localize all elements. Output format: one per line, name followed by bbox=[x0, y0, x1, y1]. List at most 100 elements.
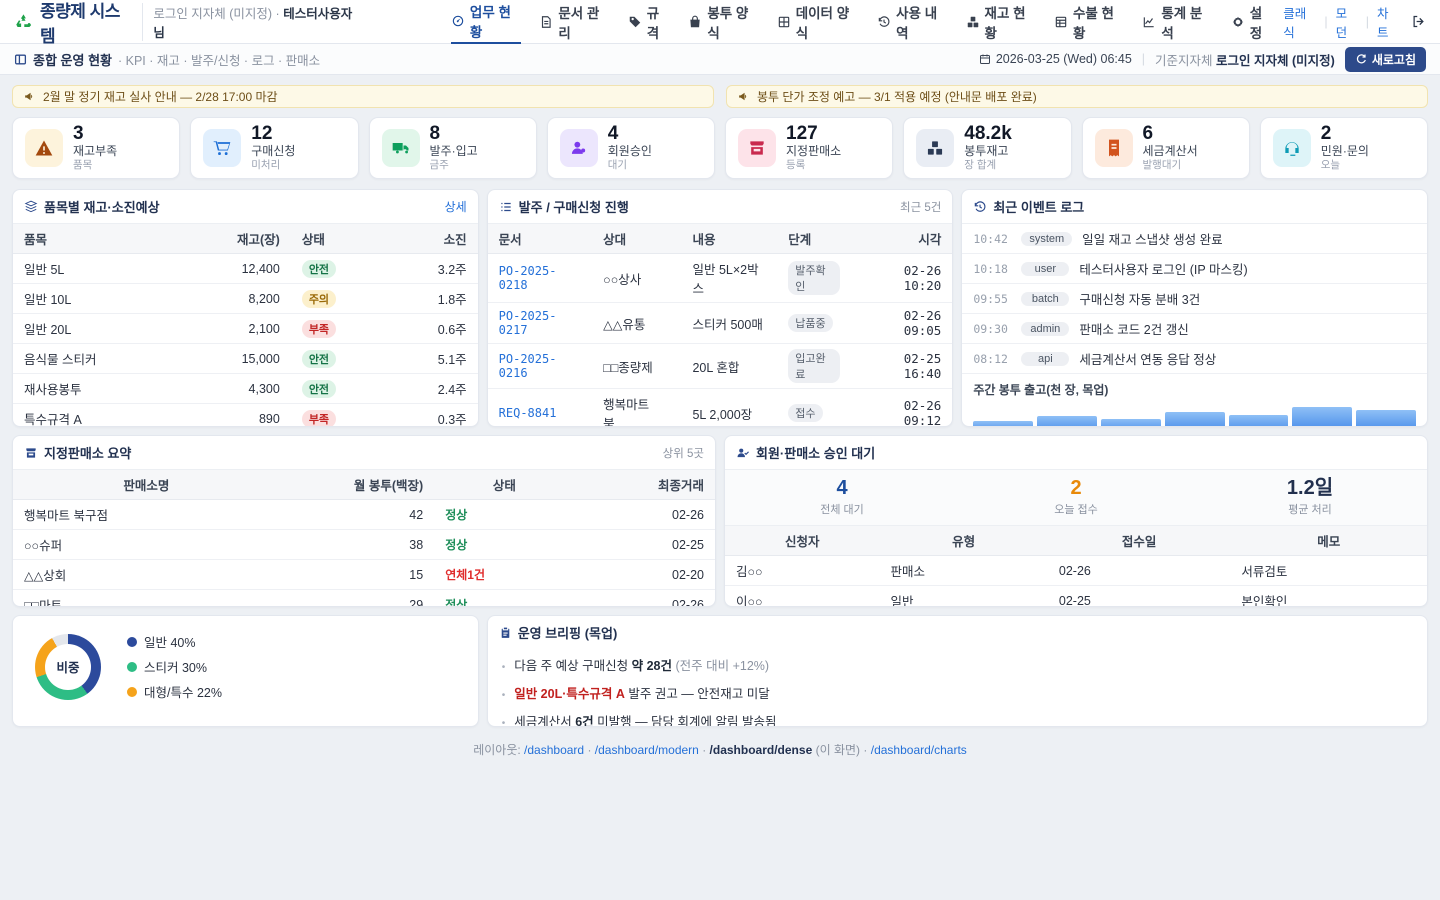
item-name: 음식물 스티커 bbox=[24, 353, 96, 367]
kpi-card-complaints[interactable]: 2민원·문의오늘 bbox=[1260, 117, 1428, 179]
log-message: 세금계산서 연동 응답 정상 bbox=[1079, 349, 1216, 368]
kpi-card-low-stock[interactable]: 3재고부족품목 bbox=[12, 117, 180, 179]
brand[interactable]: 종량제 시스템 bbox=[14, 0, 132, 47]
bar-목 bbox=[1165, 412, 1225, 428]
status-badge: 부족 bbox=[302, 410, 336, 428]
doc-link[interactable]: PO-2025-0217 bbox=[499, 309, 557, 337]
table-row[interactable]: 재사용봉투4,300안전2.4주 bbox=[13, 374, 478, 404]
table-row[interactable]: 일반 5L12,400안전3.2주 bbox=[13, 254, 478, 284]
footer-link-charts[interactable]: /dashboard/charts bbox=[871, 743, 967, 757]
applicant-name: 김○○ bbox=[736, 565, 763, 579]
table-row[interactable]: REQ-8841행복마트 북...5L 2,000장접수02-26 09:12 bbox=[488, 389, 953, 428]
truck-icon bbox=[382, 129, 420, 167]
nav-item-settings[interactable]: 설정 bbox=[1231, 0, 1274, 44]
log-tag-badge: user bbox=[1021, 262, 1069, 276]
item-qty: 890 bbox=[259, 412, 280, 426]
app-title: 종량제 시스템 bbox=[40, 0, 132, 47]
nav-item-usage[interactable]: 사용 내역 bbox=[877, 0, 947, 44]
approvals-stats: 4전체 대기 2오늘 접수 1.2일평균 처리 bbox=[725, 470, 1427, 526]
partner-name: 행복마트 북... bbox=[603, 398, 649, 427]
table-row[interactable]: 일반 10L8,200주의1.8주 bbox=[13, 284, 478, 314]
status-badge: 안전 bbox=[302, 350, 336, 368]
seller-last-trade: 02-26 bbox=[672, 598, 704, 608]
table-row[interactable]: 일반 20L2,100부족0.6주 bbox=[13, 314, 478, 344]
nav-item-ledger[interactable]: 수불 현황 bbox=[1054, 0, 1124, 44]
table-row[interactable]: PO-2025-0216□□종량제20L 혼합입고완료02-25 16:40 bbox=[488, 344, 953, 389]
stage-badge: 접수 bbox=[788, 404, 822, 422]
stage-badge: 납품중 bbox=[788, 314, 832, 332]
stock-detail-link[interactable]: 상세 bbox=[445, 198, 467, 215]
line-chart-icon bbox=[1142, 15, 1156, 29]
datetime: 2026-03-25 (Wed) 06:45 bbox=[979, 52, 1132, 66]
applicant-date: 02-25 bbox=[1059, 594, 1091, 608]
briefing-item: •다음 주 예상 구매신청 약 28건 (전주 대비 +12%) bbox=[502, 650, 1413, 678]
log-time: 10:18 bbox=[973, 262, 1011, 276]
stock-panel-title: 품목별 재고·소진예상 bbox=[24, 197, 160, 216]
status-badge: 안전 bbox=[302, 380, 336, 398]
log-message: 구매신청 자동 분배 3건 bbox=[1079, 289, 1200, 308]
layout-link-chart[interactable]: 차트 bbox=[1377, 3, 1399, 41]
kpi-card-member-approvals[interactable]: 4회원승인대기 bbox=[547, 117, 715, 179]
nav-item-dashboard[interactable]: 업무 현황 bbox=[451, 0, 521, 44]
doc-link[interactable]: PO-2025-0218 bbox=[499, 264, 557, 292]
kpi-card-tax-invoices[interactable]: 6세금계산서발행대기 bbox=[1082, 117, 1250, 179]
layout-link-classic[interactable]: 클래식 bbox=[1283, 3, 1316, 41]
footer-link-modern[interactable]: /dashboard/modern bbox=[595, 743, 699, 757]
history-icon bbox=[877, 15, 891, 29]
table-row[interactable]: ○○슈퍼38정상02-25 bbox=[13, 530, 715, 560]
nav-item-documents[interactable]: 문서 관리 bbox=[539, 0, 609, 44]
table-row[interactable]: 김○○판매소02-26서류검토 bbox=[725, 556, 1427, 586]
layout-link-modern[interactable]: 모던 bbox=[1336, 3, 1358, 41]
table-row[interactable]: □□마트29정상02-26 bbox=[13, 590, 715, 608]
briefing-title: 운영 브리핑 (목업) bbox=[499, 623, 618, 642]
applicant-type: 일반 bbox=[890, 595, 913, 607]
history-icon bbox=[973, 200, 987, 214]
item-weeks: 0.6주 bbox=[438, 323, 467, 337]
item-weeks: 3.2주 bbox=[438, 263, 467, 277]
table-row[interactable]: 음식물 스티커15,000안전5.1주 bbox=[13, 344, 478, 374]
seller-last-trade: 02-20 bbox=[672, 568, 704, 582]
table-row[interactable]: △△상회15연체1건02-20 bbox=[13, 560, 715, 590]
order-time: 02-25 16:40 bbox=[904, 351, 942, 381]
kpi-card-bag-inventory[interactable]: 48.2k봉투재고장 합계 bbox=[903, 117, 1071, 179]
nav-item-bag-forms[interactable]: 봉투 양식 bbox=[688, 0, 758, 44]
table-row[interactable]: PO-2025-0217△△유통스티커 500매납품중02-26 09:05 bbox=[488, 303, 953, 344]
log-time: 10:42 bbox=[973, 232, 1011, 246]
briefing-item: •일반 20L·특수규격 A 발주 권고 — 안전재고 미달 bbox=[502, 678, 1413, 706]
log-row: 09:55batch구매신청 자동 분배 3건 bbox=[962, 284, 1427, 314]
calendar-icon bbox=[979, 53, 991, 65]
main-nav: 업무 현황 문서 관리 규격 봉투 양식 데이터 양식 사용 내역 재고 현황 bbox=[451, 0, 1273, 44]
logout-icon[interactable] bbox=[1411, 14, 1426, 29]
seller-name: □□마트 bbox=[24, 599, 62, 607]
log-time: 09:55 bbox=[973, 292, 1011, 306]
table-row[interactable]: 이○○일반02-25본인확인 bbox=[725, 586, 1427, 608]
item-name: 특수규격 A bbox=[24, 413, 82, 427]
doc-link[interactable]: REQ-8841 bbox=[499, 406, 557, 420]
kpi-card-orders-inbound[interactable]: 8발주·입고금주 bbox=[369, 117, 537, 179]
approvals-panel-title: 회원·판매소 승인 대기 bbox=[736, 443, 875, 462]
refresh-icon bbox=[1355, 53, 1367, 65]
log-row: 08:12api세금계산서 연동 응답 정상 bbox=[962, 344, 1427, 374]
item-qty: 8,200 bbox=[249, 292, 280, 306]
footer-link-dashboard[interactable]: /dashboard bbox=[524, 743, 584, 757]
table-row[interactable]: 행복마트 북구점42정상02-26 bbox=[13, 500, 715, 530]
applicant-date: 02-26 bbox=[1059, 564, 1091, 578]
order-time: 02-26 09:12 bbox=[904, 398, 942, 427]
stat-avg-processing: 1.2일 bbox=[1193, 477, 1427, 499]
table-row[interactable]: PO-2025-0218○○상사일반 5L×2박스발주확인02-26 10:20 bbox=[488, 254, 953, 303]
refresh-button[interactable]: 새로고침 bbox=[1345, 47, 1426, 72]
kpi-card-sellers[interactable]: 127지정판매소등록 bbox=[725, 117, 893, 179]
kpi-card-purchase-requests[interactable]: 12구매신청미처리 bbox=[190, 117, 358, 179]
event-log-list: 10:42system일일 재고 스냅샷 생성 완료10:18user테스터사용… bbox=[962, 224, 1427, 374]
page-title: 종합 운영 현황 bbox=[14, 50, 112, 69]
table-row[interactable]: 특수규격 A890부족0.3주 bbox=[13, 404, 478, 428]
nav-item-inventory[interactable]: 재고 현황 bbox=[966, 0, 1036, 44]
bar-화 bbox=[1037, 416, 1097, 427]
nav-item-stats[interactable]: 통계 분석 bbox=[1142, 0, 1212, 44]
nav-item-data-forms[interactable]: 데이터 양식 bbox=[777, 0, 859, 44]
doc-link[interactable]: PO-2025-0216 bbox=[499, 352, 557, 380]
nav-item-specs[interactable]: 규격 bbox=[628, 0, 671, 44]
login-context: 로그인 지자체 (미지정) · 테스터사용자님 bbox=[142, 3, 359, 41]
share-donut-chart: 비중 bbox=[35, 634, 101, 700]
recycle-logo-icon bbox=[14, 12, 33, 31]
